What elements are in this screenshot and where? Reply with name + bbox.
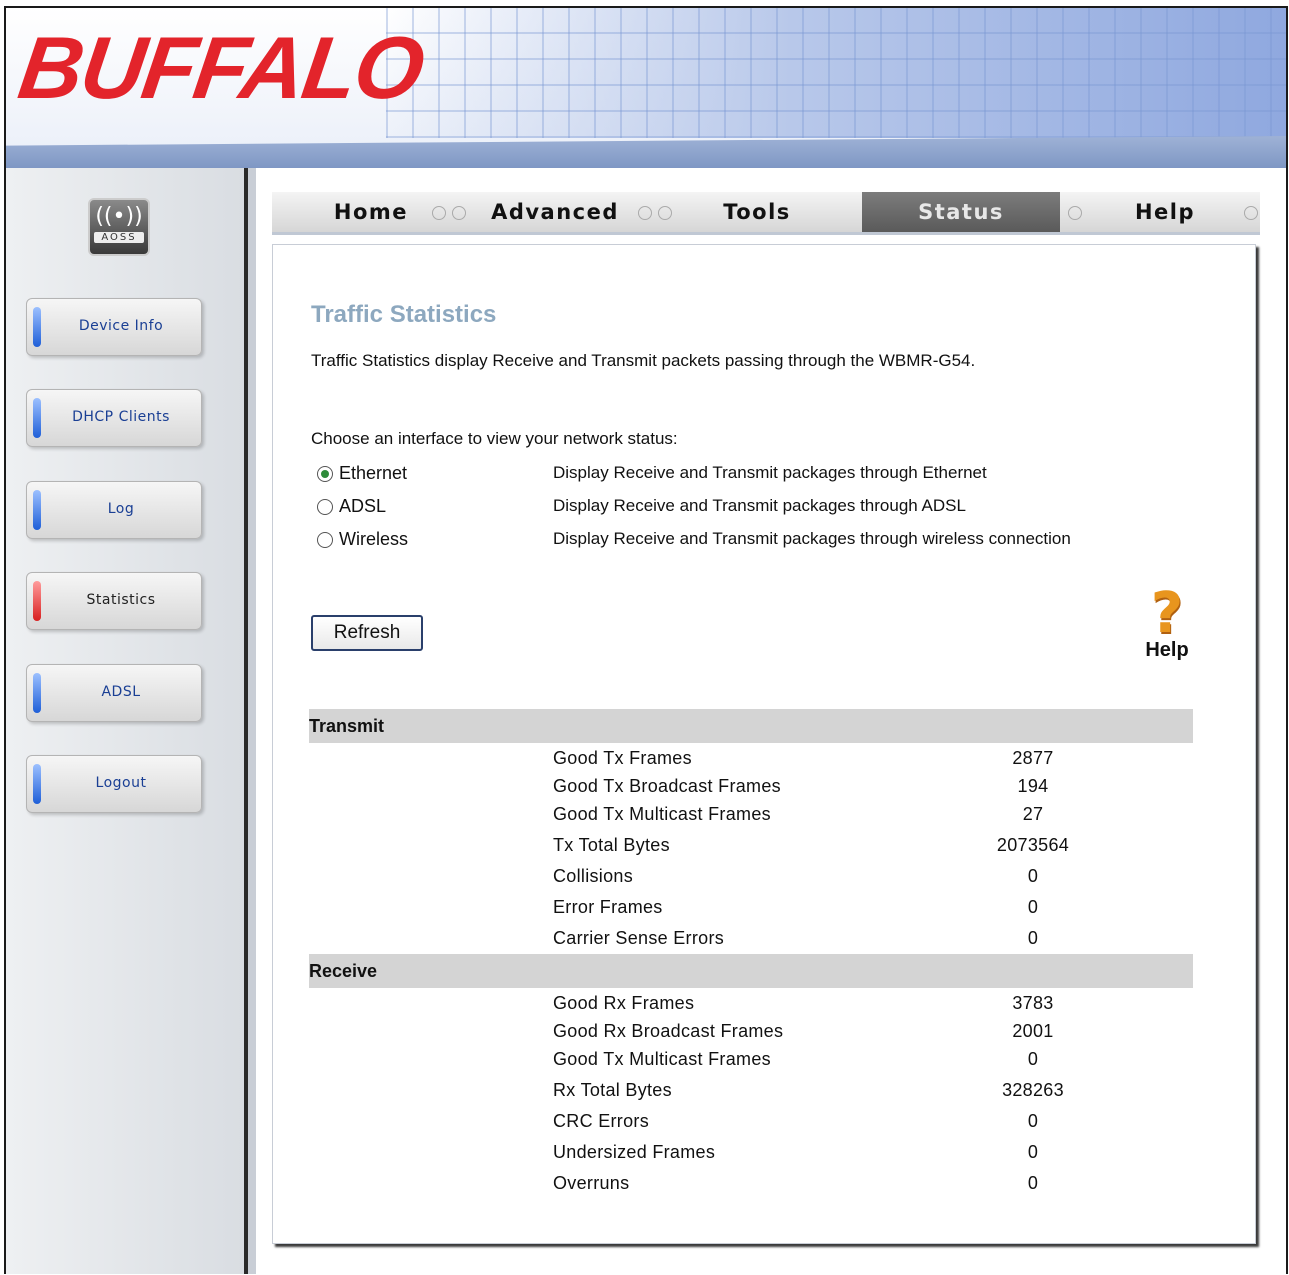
stat-value: 0 — [1027, 1049, 1039, 1069]
radio-button[interactable] — [317, 465, 333, 482]
radio-adsl[interactable]: ADSL — [317, 496, 386, 517]
stat-label: Rx Total Bytes — [553, 1080, 672, 1100]
header-banner: BUFFALO — [6, 8, 1286, 168]
tab-status[interactable]: Status — [862, 192, 1060, 232]
interface-description: Display Receive and Transmit packages th… — [553, 463, 987, 482]
aoss-button[interactable]: ((•)) AOSS — [88, 198, 150, 256]
interface-prompt: Choose an interface to view your network… — [311, 429, 678, 448]
stat-label: CRC Errors — [553, 1111, 649, 1131]
radio-button[interactable] — [317, 531, 333, 548]
table-row: Error Frames 0 — [553, 897, 1273, 925]
refresh-button[interactable]: Refresh — [311, 615, 423, 651]
table-row: Overruns 0 — [553, 1173, 1273, 1201]
table-row: Good Rx Broadcast Frames 2001 — [553, 1021, 1273, 1049]
tab-tools[interactable]: Tools — [658, 192, 856, 232]
table-row: Good Tx Broadcast Frames 194 — [553, 776, 1273, 804]
transmit-section-header: Transmit — [309, 709, 1193, 743]
stat-label: Collisions — [553, 866, 634, 886]
sidebar-item-label: ADSL — [101, 684, 141, 700]
stat-label: Good Rx Frames — [553, 993, 695, 1013]
stat-value: 3783 — [1012, 993, 1054, 1013]
stat-label: Good Tx Frames — [553, 748, 692, 768]
sidebar-item-label: DHCP Clients — [72, 409, 170, 425]
radio-button[interactable] — [317, 498, 333, 515]
stat-value: 27 — [1022, 804, 1044, 824]
tab-separator-icon — [638, 206, 652, 220]
sidebar-item-indicator — [33, 673, 41, 713]
tab-separator-icon — [432, 206, 446, 220]
stat-label: Good Tx Multicast Frames — [553, 804, 771, 824]
radio-label: ADSL — [339, 496, 387, 516]
table-row: Tx Total Bytes 2073564 — [553, 835, 1273, 863]
stat-label: Error Frames — [553, 897, 663, 917]
table-row: Good Tx Multicast Frames 27 — [553, 804, 1273, 832]
stat-value: 0 — [1027, 1142, 1039, 1162]
stat-label: Good Tx Multicast Frames — [553, 1049, 771, 1069]
sidebar-item-indicator — [33, 764, 41, 804]
main-panel: Traffic Statistics Traffic Statistics di… — [272, 244, 1256, 1244]
sidebar-item-statistics[interactable]: Statistics — [26, 572, 202, 630]
sidebar-item-dhcp-clients[interactable]: DHCP Clients — [26, 389, 202, 447]
radio-label: Wireless — [339, 529, 409, 549]
table-row: Carrier Sense Errors 0 — [553, 928, 1273, 956]
table-row: Undersized Frames 0 — [553, 1142, 1273, 1170]
sidebar-item-label: Device Info — [78, 318, 164, 334]
stat-value: 0 — [1027, 928, 1039, 948]
stat-label: Carrier Sense Errors — [553, 928, 725, 948]
sidebar-item-indicator — [33, 398, 41, 438]
sidebar-item-logout[interactable]: Logout — [26, 755, 202, 813]
stat-label: Good Tx Broadcast Frames — [553, 776, 781, 796]
stat-label: Undersized Frames — [553, 1142, 716, 1162]
table-row: Good Tx Multicast Frames 0 — [553, 1049, 1273, 1077]
sidebar-item-indicator — [33, 307, 41, 347]
header-band — [6, 136, 1286, 168]
stat-value: 2073564 — [996, 835, 1070, 855]
tab-advanced[interactable]: Advanced — [456, 192, 654, 232]
stat-value: 2877 — [1012, 748, 1054, 768]
help-label: Help — [1145, 639, 1189, 661]
aoss-label: AOSS — [94, 232, 144, 243]
stat-value: 0 — [1027, 897, 1039, 917]
sidebar-item-indicator — [33, 490, 41, 530]
radio-ethernet[interactable]: Ethernet — [317, 463, 407, 484]
sidebar-item-adsl[interactable]: ADSL — [26, 664, 202, 722]
page-title: Traffic Statistics — [311, 301, 497, 328]
sidebar-item-indicator — [33, 581, 41, 621]
stat-value: 2001 — [1012, 1021, 1054, 1041]
table-row: CRC Errors 0 — [553, 1111, 1273, 1139]
sidebar-item-label: Statistics — [86, 592, 156, 608]
stat-value: 0 — [1027, 1111, 1039, 1131]
stat-value: 0 — [1027, 866, 1039, 886]
header-decoration — [386, 8, 1286, 138]
sidebar-item-device-info[interactable]: Device Info — [26, 298, 202, 356]
stat-value: 328263 — [1002, 1080, 1064, 1100]
page-description: Traffic Statistics display Receive and T… — [311, 351, 976, 370]
sidebar-divider-shade — [248, 168, 256, 1274]
stat-value: 0 — [1027, 1173, 1039, 1193]
table-row: Collisions 0 — [553, 866, 1273, 894]
radio-wireless[interactable]: Wireless — [317, 529, 408, 550]
receive-section-header: Receive — [309, 954, 1193, 988]
stat-label: Overruns — [553, 1173, 630, 1193]
help-button[interactable]: ? Help — [1131, 581, 1203, 669]
stat-label: Tx Total Bytes — [553, 835, 670, 855]
stat-label: Good Rx Broadcast Frames — [553, 1021, 784, 1041]
main-tabs: Home Advanced Tools Status Help — [272, 192, 1260, 235]
question-mark-icon: ? — [1150, 581, 1184, 646]
aoss-wave-icon: ((•)) — [95, 204, 143, 229]
router-admin-window: BUFFALO ((•)) AOSS Device Info DHCP Clie… — [4, 6, 1288, 1274]
interface-description: Display Receive and Transmit packages th… — [553, 496, 966, 515]
sidebar-item-label: Logout — [95, 775, 147, 791]
tab-separator-icon — [1244, 206, 1258, 220]
sidebar-item-log[interactable]: Log — [26, 481, 202, 539]
table-row: Good Rx Frames 3783 — [553, 993, 1273, 1021]
table-row: Good Tx Frames 2877 — [553, 748, 1273, 776]
interface-description: Display Receive and Transmit packages th… — [553, 529, 1071, 548]
stat-value: 194 — [1017, 776, 1049, 796]
radio-label: Ethernet — [339, 463, 408, 483]
sidebar-item-label: Log — [107, 501, 135, 517]
table-row: Rx Total Bytes 328263 — [553, 1080, 1273, 1108]
tab-help[interactable]: Help — [1066, 192, 1264, 232]
buffalo-logo: BUFFALO — [13, 18, 429, 117]
